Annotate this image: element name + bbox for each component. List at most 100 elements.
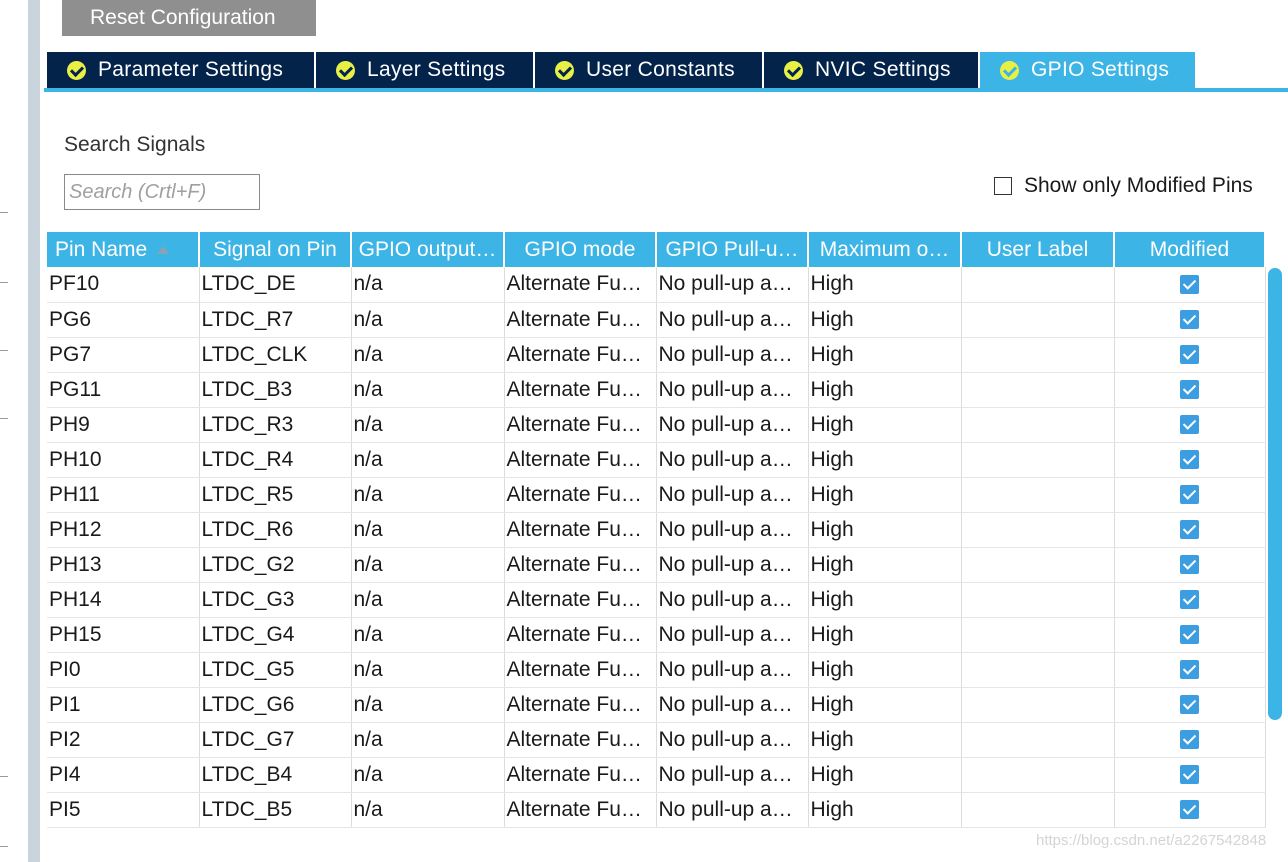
modified-checkbox[interactable]	[1180, 345, 1199, 365]
cell-user-label	[961, 617, 1115, 653]
modified-checkbox[interactable]	[1180, 485, 1199, 505]
cell-signal: LTDC_G7	[199, 722, 352, 758]
cell-gpio-mode: Alternate Fu…	[504, 547, 657, 583]
cell-pin-name: PG11	[47, 372, 200, 408]
show-modified-pins-toggle[interactable]: Show only Modified Pins	[994, 174, 1253, 198]
column-header-maximum-output-speed[interactable]: Maximum o…	[808, 232, 962, 267]
table-row[interactable]: PG11 LTDC_B3 n/a Alternate Fu… No pull-up a……	[47, 372, 1266, 408]
table-row[interactable]: PH13 LTDC_G2 n/a Alternate Fu… No pull-up a……	[47, 547, 1266, 583]
cell-signal: LTDC_R3	[199, 407, 352, 443]
table-scrollbar[interactable]	[1268, 268, 1282, 720]
cell-modified	[1114, 267, 1266, 303]
cell-gpio-output: n/a	[351, 477, 505, 513]
reset-configuration-button[interactable]: Reset Configuration	[62, 0, 316, 36]
show-modified-checkbox[interactable]	[994, 177, 1012, 195]
tab-label: GPIO Settings	[1031, 58, 1170, 81]
cell-modified	[1114, 512, 1266, 548]
tab-parameter-settings[interactable]: Parameter Settings	[47, 52, 316, 88]
cell-pin-name: PI5	[47, 792, 200, 828]
tab-label: Parameter Settings	[98, 58, 284, 81]
modified-checkbox[interactable]	[1180, 380, 1199, 400]
column-header-gpio-mode[interactable]: GPIO mode	[504, 232, 657, 267]
cell-gpio-pull: No pull-up a…	[656, 407, 809, 443]
config-tabs: Parameter Settings Layer Settings User C…	[47, 52, 1197, 88]
table-row[interactable]: PI5 LTDC_B5 n/a Alternate Fu… No pull-up a… H…	[47, 792, 1266, 828]
table-row[interactable]: PF10 LTDC_DE n/a Alternate Fu… No pull-up a……	[47, 267, 1266, 303]
cell-user-label	[961, 547, 1115, 583]
tab-user-constants[interactable]: User Constants	[535, 52, 764, 88]
table-row[interactable]: PH12 LTDC_R6 n/a Alternate Fu… No pull-up a……	[47, 512, 1266, 548]
cell-max-speed: High	[808, 512, 962, 548]
table-row[interactable]: PH9 LTDC_R3 n/a Alternate Fu… No pull-up a… H…	[47, 407, 1266, 443]
cell-gpio-pull: No pull-up a…	[656, 722, 809, 758]
column-header-gpio-output[interactable]: GPIO output…	[351, 232, 505, 267]
modified-checkbox[interactable]	[1180, 310, 1199, 330]
column-header-pin-name[interactable]: Pin Name	[47, 232, 200, 267]
cell-modified	[1114, 547, 1266, 583]
cell-signal: LTDC_R5	[199, 477, 352, 513]
cell-max-speed: High	[808, 757, 962, 793]
cell-pin-name: PG6	[47, 302, 200, 338]
table-row[interactable]: PI1 LTDC_G6 n/a Alternate Fu… No pull-up a… H…	[47, 687, 1266, 723]
cell-gpio-mode: Alternate Fu…	[504, 617, 657, 653]
table-row[interactable]: PG6 LTDC_R7 n/a Alternate Fu… No pull-up a… H…	[47, 302, 1266, 338]
column-header-signal-on-pin[interactable]: Signal on Pin	[199, 232, 352, 267]
cell-signal: LTDC_G4	[199, 617, 352, 653]
cell-gpio-output: n/a	[351, 372, 505, 408]
modified-checkbox[interactable]	[1180, 275, 1199, 295]
table-row[interactable]: PG7 LTDC_CLK n/a Alternate Fu… No pull-up a……	[47, 337, 1266, 373]
tab-layer-settings[interactable]: Layer Settings	[316, 52, 535, 88]
cell-gpio-output: n/a	[351, 652, 505, 688]
cell-gpio-mode: Alternate Fu…	[504, 512, 657, 548]
cell-gpio-mode: Alternate Fu…	[504, 722, 657, 758]
search-signals-input[interactable]	[64, 174, 260, 210]
cell-gpio-output: n/a	[351, 267, 505, 303]
check-circle-icon	[555, 60, 574, 80]
column-header-modified[interactable]: Modified	[1114, 232, 1266, 267]
tab-underline	[44, 88, 1288, 92]
cell-signal: LTDC_G3	[199, 582, 352, 618]
table-row[interactable]: PI4 LTDC_B4 n/a Alternate Fu… No pull-up a… H…	[47, 757, 1266, 793]
cell-user-label	[961, 267, 1115, 303]
modified-checkbox[interactable]	[1180, 625, 1199, 645]
modified-checkbox[interactable]	[1180, 415, 1199, 435]
gutter-tick	[0, 282, 8, 283]
cell-gpio-pull: No pull-up a…	[656, 582, 809, 618]
watermark-text: https://blog.csdn.net/a2267542848	[1036, 832, 1267, 849]
modified-checkbox[interactable]	[1180, 765, 1199, 785]
modified-checkbox[interactable]	[1180, 590, 1199, 610]
table-row[interactable]: PI0 LTDC_G5 n/a Alternate Fu… No pull-up a… H…	[47, 652, 1266, 688]
table-row[interactable]: PH14 LTDC_G3 n/a Alternate Fu… No pull-up a……	[47, 582, 1266, 618]
modified-checkbox[interactable]	[1180, 660, 1199, 680]
table-row[interactable]: PH11 LTDC_R5 n/a Alternate Fu… No pull-up a……	[47, 477, 1266, 513]
cell-modified	[1114, 582, 1266, 618]
column-header-gpio-pull[interactable]: GPIO Pull-u…	[656, 232, 809, 267]
tab-nvic-settings[interactable]: NVIC Settings	[764, 52, 980, 88]
cell-pin-name: PH12	[47, 512, 200, 548]
cell-max-speed: High	[808, 302, 962, 338]
column-header-user-label[interactable]: User Label	[961, 232, 1115, 267]
gutter-tick	[0, 846, 8, 847]
table-row[interactable]: PH15 LTDC_G4 n/a Alternate Fu… No pull-up a……	[47, 617, 1266, 653]
modified-checkbox[interactable]	[1180, 450, 1199, 470]
cell-signal: LTDC_G2	[199, 547, 352, 583]
cell-pin-name: PI4	[47, 757, 200, 793]
cell-gpio-pull: No pull-up a…	[656, 302, 809, 338]
show-modified-label: Show only Modified Pins	[1024, 174, 1253, 197]
modified-checkbox[interactable]	[1180, 800, 1199, 820]
cell-user-label	[961, 512, 1115, 548]
gutter-tick	[0, 776, 8, 777]
cell-gpio-mode: Alternate Fu…	[504, 582, 657, 618]
cell-max-speed: High	[808, 582, 962, 618]
modified-checkbox[interactable]	[1180, 520, 1199, 540]
cell-max-speed: High	[808, 267, 962, 303]
tab-gpio-settings[interactable]: GPIO Settings	[980, 52, 1197, 88]
cell-user-label	[961, 407, 1115, 443]
cell-gpio-mode: Alternate Fu…	[504, 337, 657, 373]
table-row[interactable]: PI2 LTDC_G7 n/a Alternate Fu… No pull-up a… H…	[47, 722, 1266, 758]
modified-checkbox[interactable]	[1180, 730, 1199, 750]
cell-max-speed: High	[808, 687, 962, 723]
modified-checkbox[interactable]	[1180, 555, 1199, 575]
modified-checkbox[interactable]	[1180, 695, 1199, 715]
table-row[interactable]: PH10 LTDC_R4 n/a Alternate Fu… No pull-up a……	[47, 442, 1266, 478]
